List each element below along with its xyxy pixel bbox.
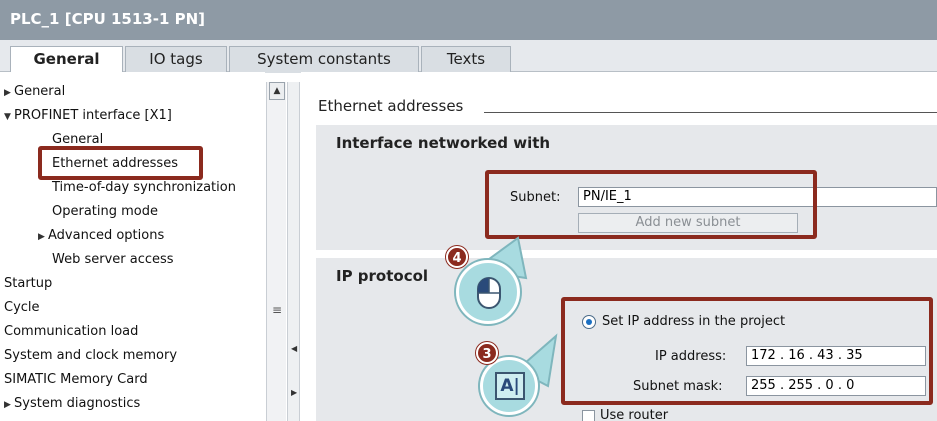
- step-3-marker: 3: [476, 342, 498, 364]
- text-cursor-icon: A|: [495, 372, 525, 400]
- step-4-marker: 4: [446, 246, 468, 268]
- mouse-icon: [477, 277, 501, 309]
- text-input-callout: A|: [480, 357, 538, 415]
- mouse-click-callout: [456, 260, 520, 324]
- callout-tails: [471, 236, 558, 388]
